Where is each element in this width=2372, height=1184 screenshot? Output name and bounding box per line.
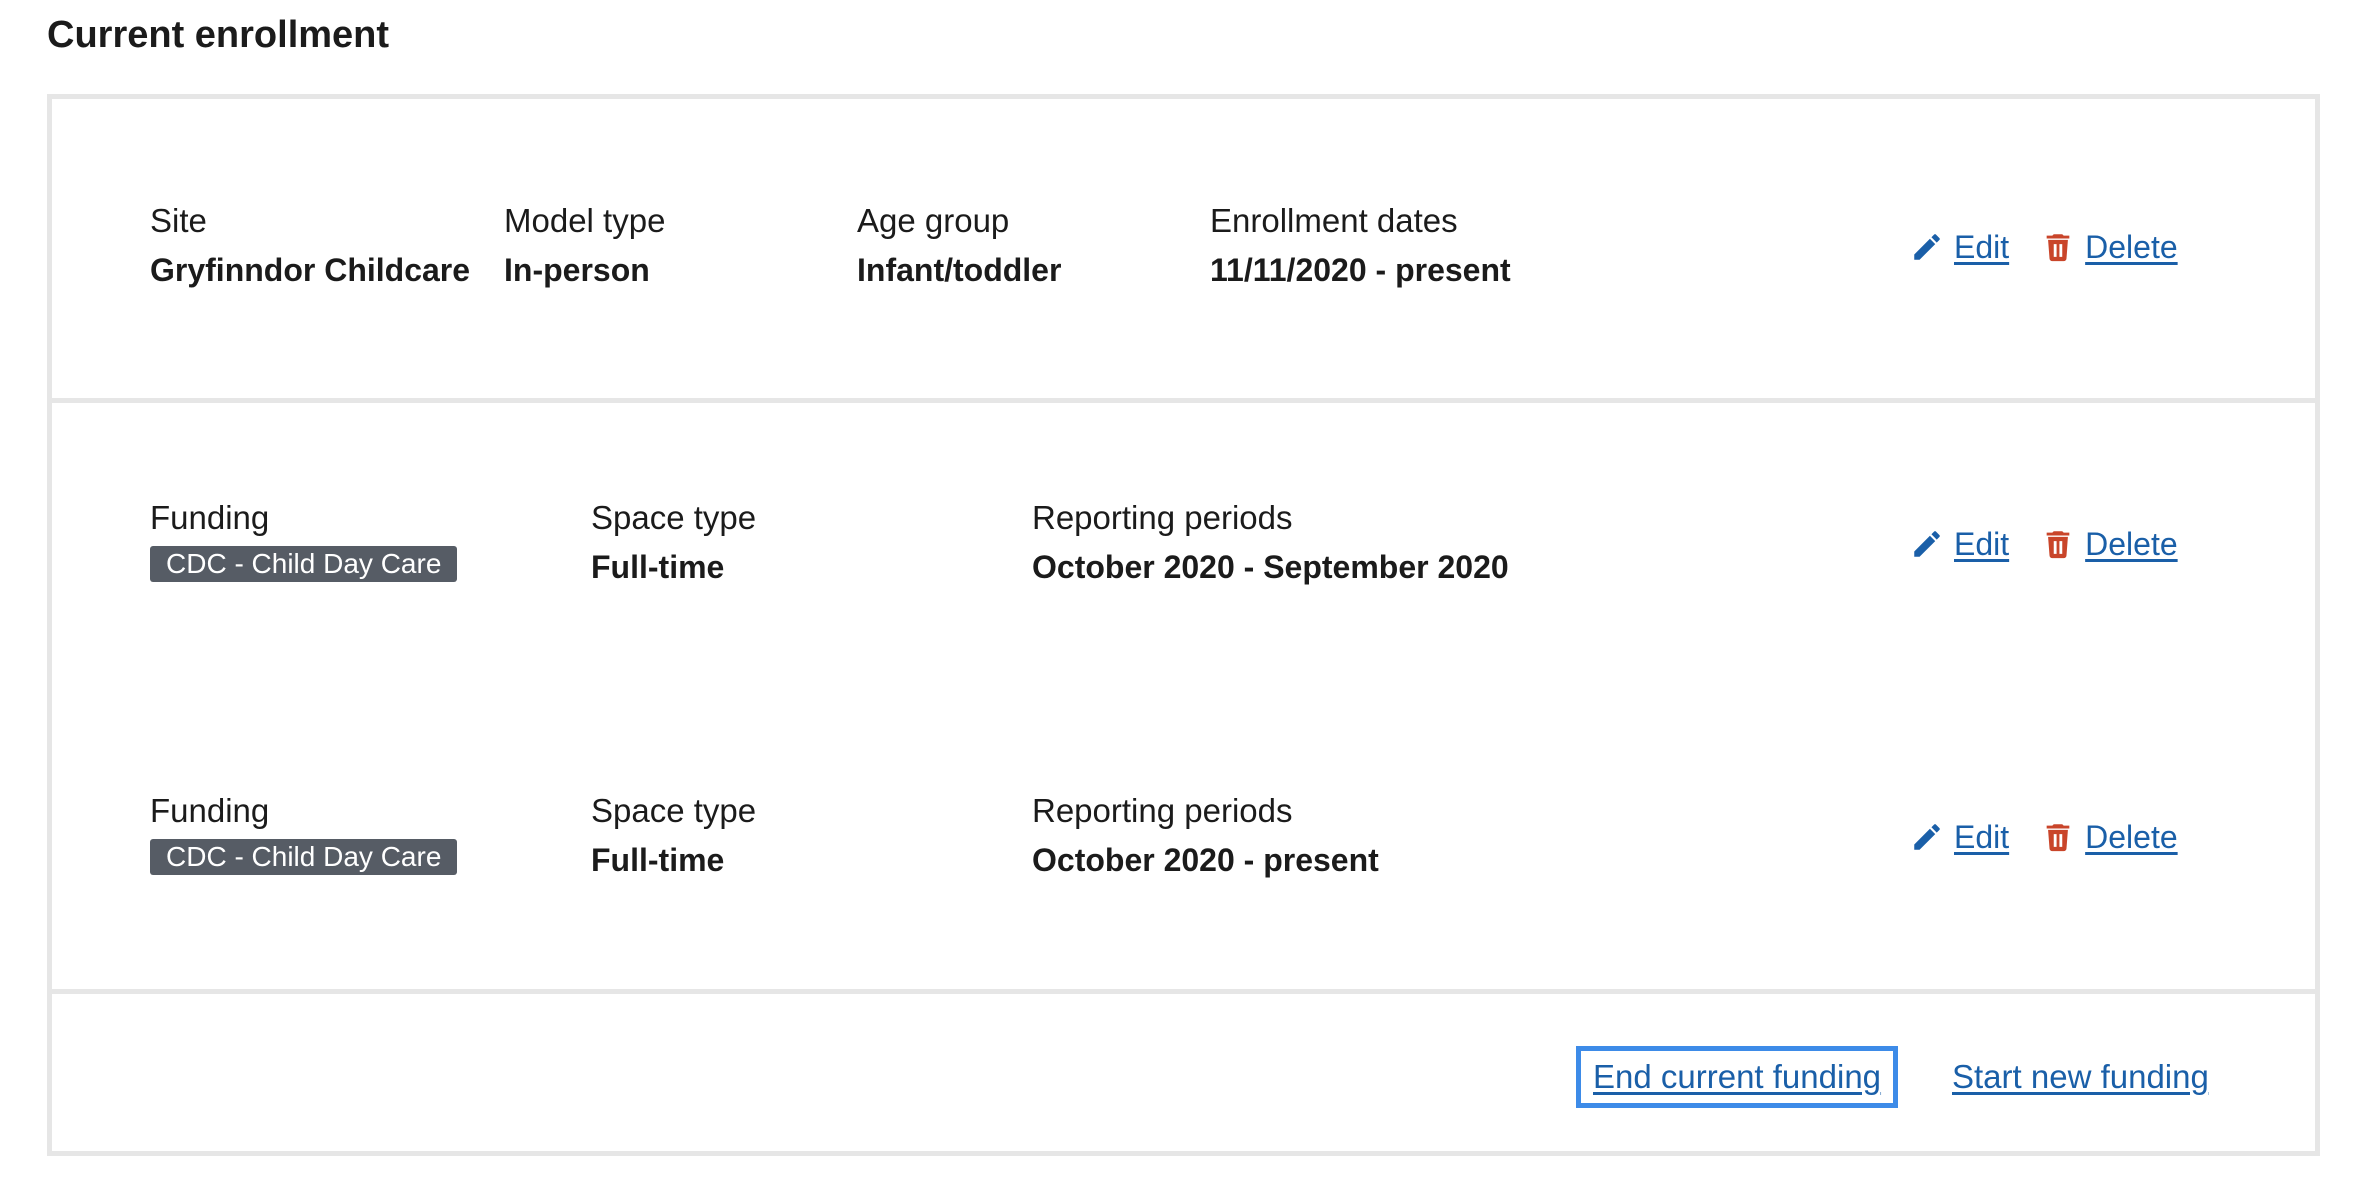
- edit-label: Edit: [1954, 229, 2010, 265]
- delete-label: Delete: [2085, 229, 2178, 265]
- funding-section: Funding CDC - Child Day Care Space type …: [52, 403, 2315, 994]
- trash-icon: [2046, 824, 2070, 852]
- age-group-value: Infant/toddler: [857, 252, 1062, 288]
- funding-label: Funding: [150, 499, 270, 536]
- space-type-field: Space type Full-time: [591, 791, 756, 880]
- site-field: Site Gryfinndor Childcare: [150, 201, 470, 290]
- edit-funding-button[interactable]: Edit: [1910, 817, 2009, 857]
- funding-badge: CDC - Child Day Care: [150, 839, 458, 875]
- delete-label: Delete: [2085, 526, 2178, 562]
- trash-icon: [2046, 531, 2070, 559]
- funding-badge: CDC - Child Day Care: [150, 546, 458, 582]
- site-label: Site: [150, 202, 207, 239]
- edit-label: Edit: [1954, 819, 2010, 855]
- reporting-periods-field: Reporting periods October 2020 - present: [1032, 791, 1379, 880]
- delete-enrollment-button[interactable]: Delete: [2041, 227, 2178, 267]
- edit-enrollment-button[interactable]: Edit: [1910, 227, 2009, 267]
- enrollment-dates-field: Enrollment dates 11/11/2020 - present: [1210, 201, 1511, 290]
- funding-actions-footer: End current funding Start new funding: [52, 994, 2315, 1156]
- delete-funding-button[interactable]: Delete: [2041, 524, 2178, 564]
- funding-label: Funding: [150, 792, 270, 829]
- enrollment-section: Site Gryfinndor Childcare Model type In-…: [52, 99, 2315, 403]
- enrollment-dates-value: 11/11/2020 - present: [1210, 252, 1511, 288]
- reporting-periods-value: October 2020 - present: [1032, 842, 1379, 878]
- delete-label: Delete: [2085, 819, 2178, 855]
- age-group-field: Age group Infant/toddler: [857, 201, 1061, 290]
- model-type-value: In-person: [504, 252, 650, 288]
- model-type-field: Model type In-person: [504, 201, 665, 290]
- funding-field: Funding CDC - Child Day Care: [150, 791, 458, 875]
- pencil-icon: [1914, 234, 1940, 260]
- pencil-icon: [1914, 531, 1940, 557]
- funding-actions: Edit Delete: [1910, 524, 2178, 564]
- space-type-field: Space type Full-time: [591, 498, 756, 587]
- reporting-periods-label: Reporting periods: [1032, 499, 1293, 536]
- edit-label: Edit: [1954, 526, 2010, 562]
- space-type-value: Full-time: [591, 842, 725, 878]
- enrollment-actions: Edit Delete: [1910, 227, 2178, 267]
- enrollment-card: Site Gryfinndor Childcare Model type In-…: [47, 94, 2320, 1156]
- trash-icon: [2046, 234, 2070, 262]
- end-current-funding-link[interactable]: End current funding: [1576, 1046, 1899, 1108]
- reporting-periods-value: October 2020 - September 2020: [1032, 549, 1509, 585]
- edit-funding-button[interactable]: Edit: [1910, 524, 2009, 564]
- funding-actions: Edit Delete: [1910, 817, 2178, 857]
- delete-funding-button[interactable]: Delete: [2041, 817, 2178, 857]
- age-group-label: Age group: [857, 202, 1010, 239]
- site-value: Gryfinndor Childcare: [150, 252, 471, 288]
- model-type-label: Model type: [504, 202, 666, 239]
- reporting-periods-field: Reporting periods October 2020 - Septemb…: [1032, 498, 1509, 587]
- space-type-label: Space type: [591, 499, 757, 536]
- space-type-value: Full-time: [591, 549, 725, 585]
- start-new-funding-link[interactable]: Start new funding: [1952, 1057, 2209, 1097]
- reporting-periods-label: Reporting periods: [1032, 792, 1293, 829]
- enrollment-dates-label: Enrollment dates: [1210, 202, 1458, 239]
- space-type-label: Space type: [591, 792, 757, 829]
- page-title: Current enrollment: [47, 14, 390, 56]
- funding-field: Funding CDC - Child Day Care: [150, 498, 458, 582]
- pencil-icon: [1914, 824, 1940, 850]
